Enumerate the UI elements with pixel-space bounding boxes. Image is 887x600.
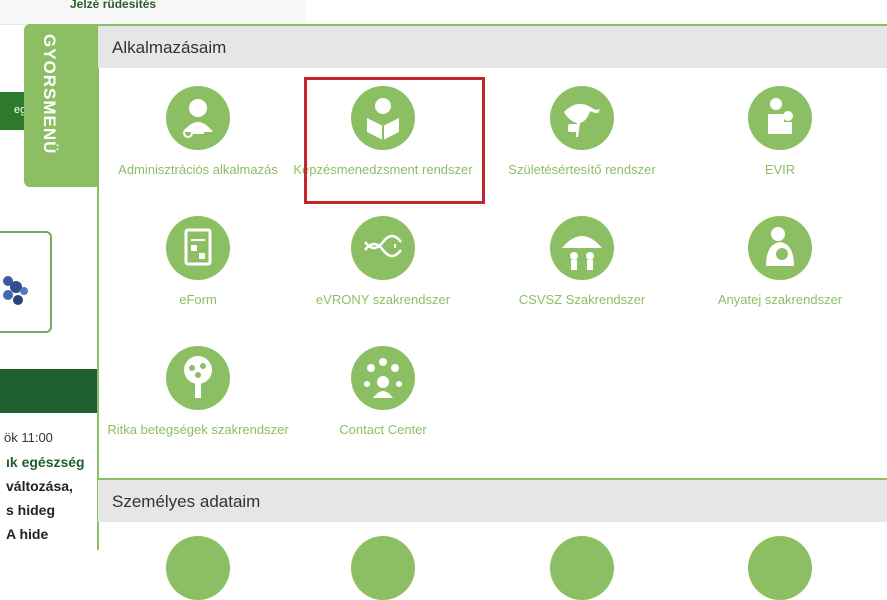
personal-item[interactable]	[103, 536, 293, 600]
news-text-line: változása,	[6, 478, 73, 494]
app-eform[interactable]: eForm	[103, 216, 293, 310]
tree-icon	[166, 346, 230, 410]
app-label: CSVSZ Szakrendszer	[518, 292, 646, 307]
contact-people-icon	[351, 346, 415, 410]
personal-section-title: Személyes adataim	[112, 492, 261, 511]
umbrella-family-icon	[550, 216, 614, 280]
background-side-tab[interactable]: eg	[0, 92, 26, 130]
user-icon	[166, 536, 230, 600]
app-ritka-betegsegek[interactable]: Ritka betegségek szakrendszer	[103, 346, 293, 440]
app-label: Ritka betegségek szakrendszer	[107, 422, 289, 437]
apps-section-header: Alkalmazásaim	[98, 24, 887, 68]
family-icon	[748, 86, 812, 150]
personal-section-header: Személyes adataim	[98, 478, 887, 522]
app-label: EVIR	[764, 162, 796, 177]
news-time: ök 11:00	[4, 430, 53, 445]
app-label: eVRONY szakrendszer	[315, 292, 451, 307]
app-evrony[interactable]: eVRONY szakrendszer	[288, 216, 478, 310]
news-text-line: s hideg	[6, 502, 56, 518]
app-label: Születésértesítő rendszer	[508, 162, 656, 177]
user-icon	[748, 536, 812, 600]
background-top-text: Jelzé rüdesítés	[70, 0, 157, 11]
quick-menu-tab[interactable]	[24, 24, 98, 187]
app-szuletesertesito[interactable]: Születésértesítő rendszer	[487, 86, 677, 180]
news-headline[interactable]: ık egészség	[6, 454, 85, 470]
dna-icon	[351, 216, 415, 280]
user-icon	[351, 536, 415, 600]
app-label: eForm	[179, 292, 217, 307]
app-anyatej[interactable]: Anyatej szakrendszer	[685, 216, 875, 310]
user-icon	[550, 536, 614, 600]
background-image-card[interactable]	[0, 231, 52, 333]
form-document-icon	[166, 216, 230, 280]
admin-user-icon	[166, 86, 230, 150]
app-label: Anyatej szakrendszer	[717, 292, 843, 307]
berries-image-icon	[3, 276, 28, 305]
app-evir[interactable]: EVIR	[685, 86, 875, 180]
selection-highlight-box	[304, 77, 485, 204]
app-contact-center[interactable]: Contact Center	[288, 346, 478, 440]
quick-menu-label: GYORSMENÜ	[40, 34, 59, 155]
apps-section-title: Alkalmazásaim	[112, 38, 227, 57]
app-label: Adminisztrációs alkalmazás	[118, 162, 278, 177]
personal-item[interactable]	[685, 536, 875, 600]
app-label: Contact Center	[339, 422, 427, 437]
personal-item[interactable]	[288, 536, 478, 600]
background-top-strip: Jelzé rüdesítés	[0, 0, 305, 25]
background-dark-banner	[0, 369, 97, 413]
personal-item[interactable]	[487, 536, 677, 600]
mother-baby-icon	[748, 216, 812, 280]
app-csvsz[interactable]: CSVSZ Szakrendszer	[487, 216, 677, 310]
app-adminisztracios[interactable]: Adminisztrációs alkalmazás	[103, 86, 293, 180]
news-text-line: A hide	[6, 526, 49, 542]
stork-icon	[550, 86, 614, 150]
